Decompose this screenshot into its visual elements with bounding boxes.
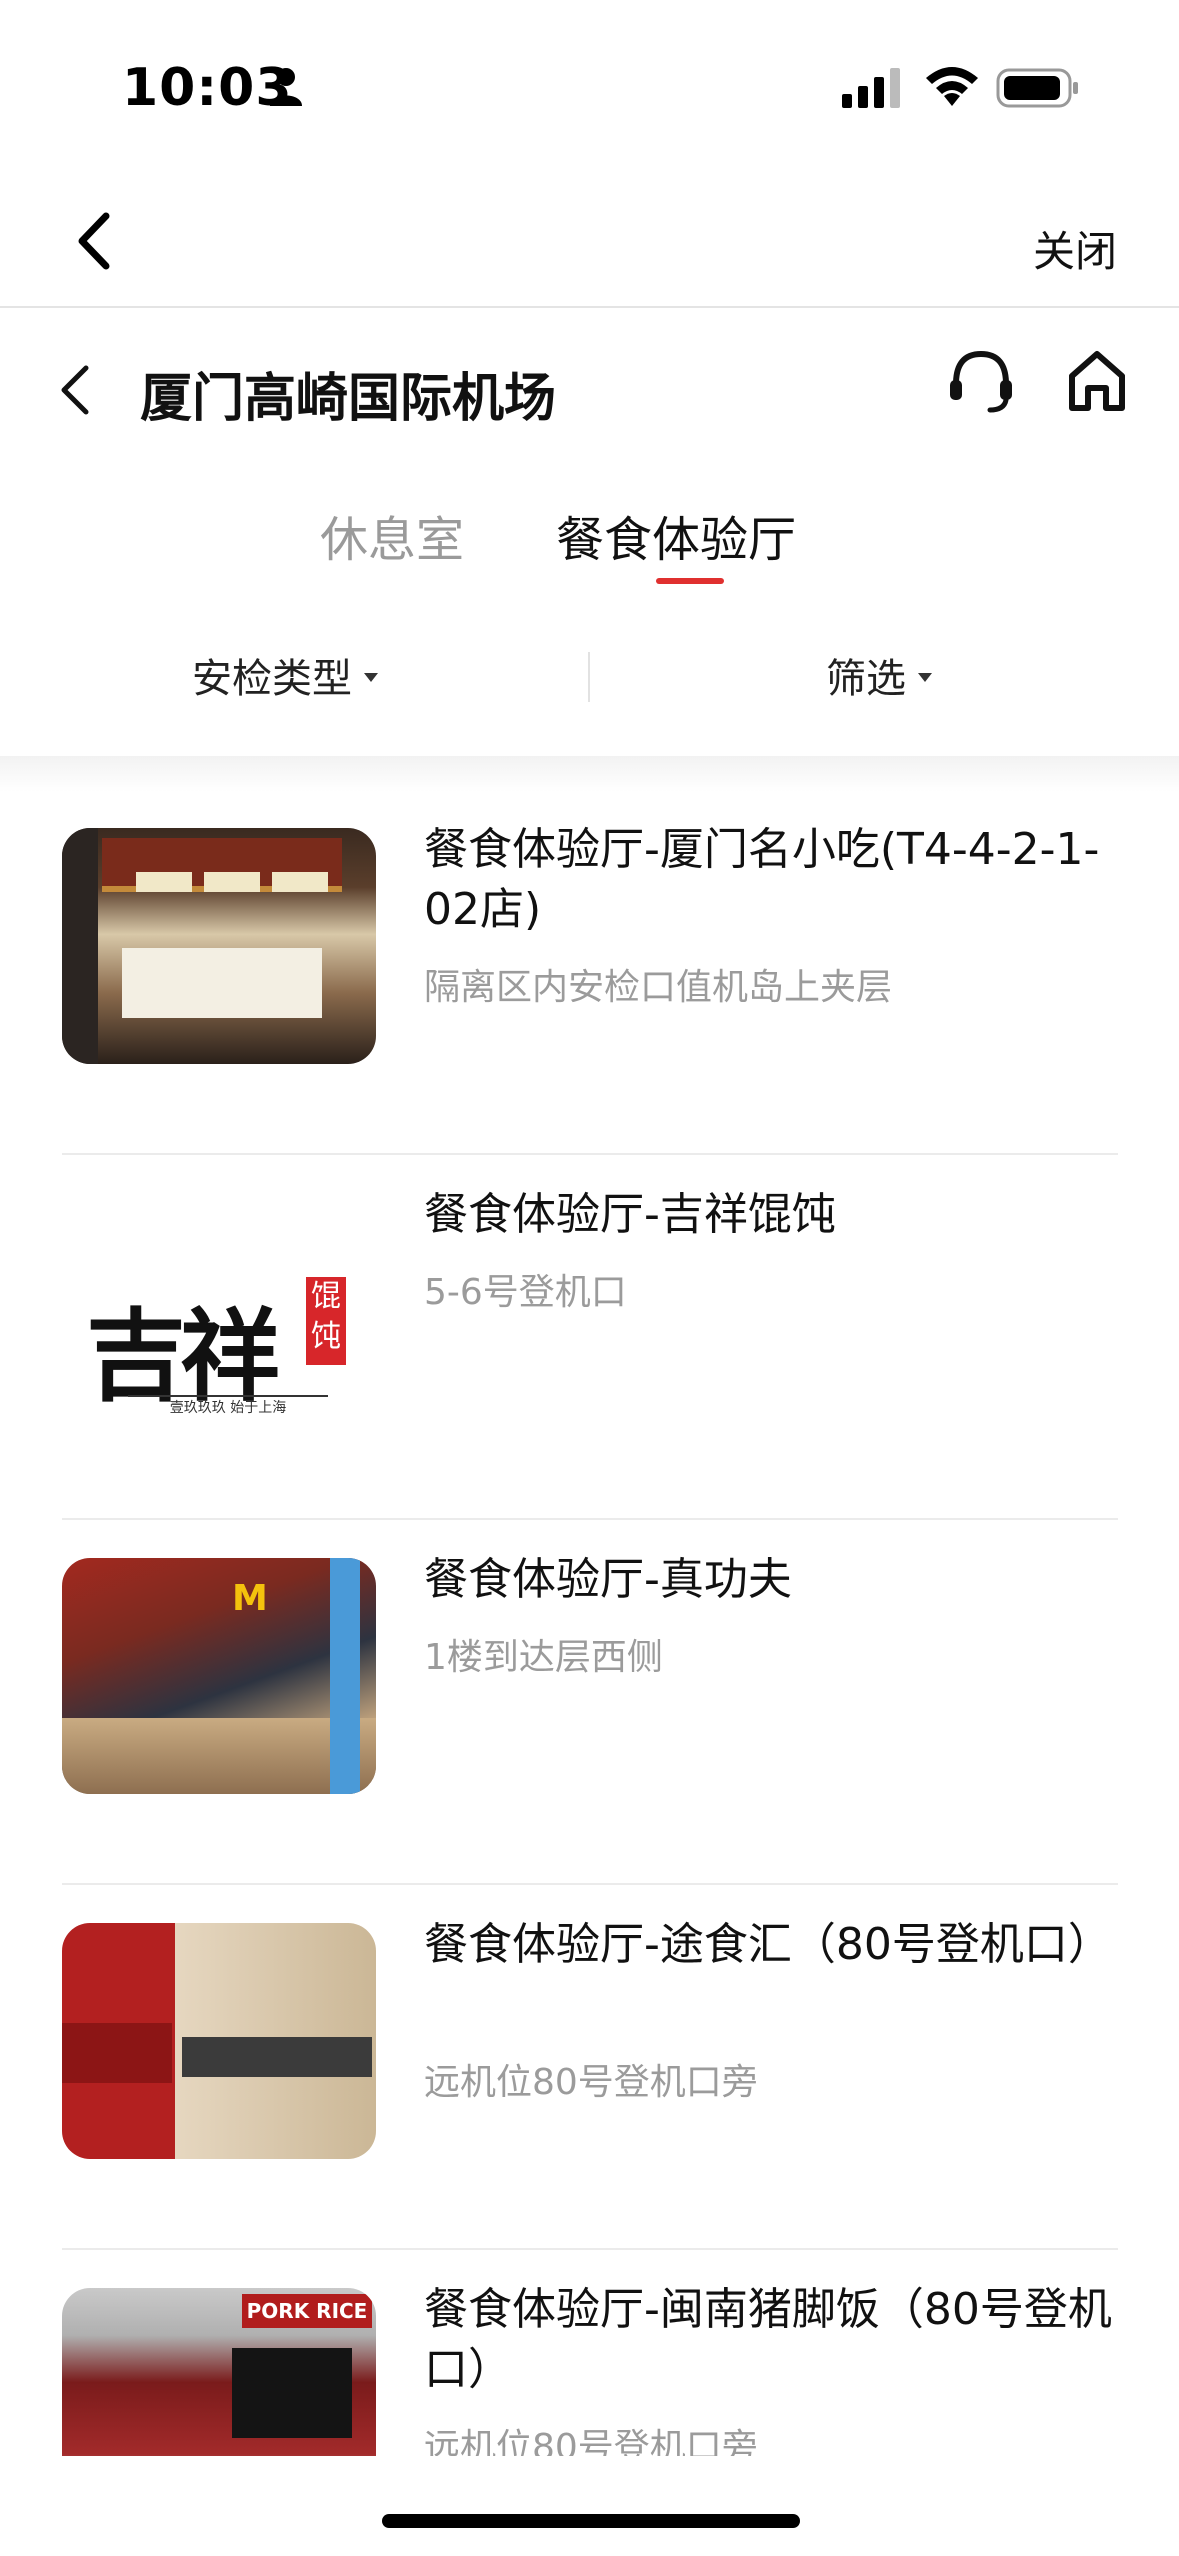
customer-service-icon[interactable] (946, 346, 1016, 416)
status-bar: 10:03 (0, 0, 1179, 170)
list-item[interactable]: 餐食体验厅-厦门名小吃(T4-4-2-1-02店) 隔离区内安检口值机岛上夹层 (62, 790, 1118, 1155)
restaurant-name: 餐食体验厅-闽南猪脚饭（80号登机口） (424, 2284, 1112, 2395)
logo-tagline: 壹玖玖玖 始于上海 (128, 1395, 328, 1417)
list-item[interactable]: 餐食体验厅-途食汇（80号登机口） 远机位80号登机口旁 (62, 1885, 1118, 2250)
filter-dropdown[interactable]: 筛选 (826, 646, 932, 704)
active-tab-indicator (656, 578, 724, 584)
dropdown-caret-icon (364, 672, 378, 682)
close-button[interactable]: 关闭 (1033, 218, 1117, 279)
restaurant-thumbnail: PORK RICE (62, 2288, 376, 2456)
person-icon (270, 68, 302, 106)
page-header: 厦门高崎国际机场 (0, 310, 1179, 460)
restaurant-thumbnail (62, 1923, 376, 2159)
list-item[interactable]: 吉祥 馄饨 壹玖玖玖 始于上海 餐食体验厅-吉祥馄饨 5-6号登机口 (62, 1155, 1118, 1520)
back-chevron-icon[interactable] (70, 210, 120, 272)
restaurant-name: 餐食体验厅-途食汇（80号登机口） (424, 1919, 1112, 1970)
restaurant-logo: 吉祥 馄饨 壹玖玖玖 始于上海 (62, 1193, 376, 1429)
list-item[interactable]: M 餐食体验厅-真功夫 1楼到达层西侧 (62, 1520, 1118, 1885)
tab-dining-hall[interactable]: 餐食体验厅 (556, 500, 796, 570)
status-time: 10:03 (122, 58, 293, 118)
filter-label: 筛选 (826, 656, 906, 702)
restaurant-thumbnail (62, 828, 376, 1064)
restaurant-location: 远机位80号登机口旁 (424, 2427, 758, 2456)
home-icon[interactable] (1064, 346, 1130, 416)
logo-seal: 馄饨 (306, 1277, 346, 1365)
restaurant-thumbnail: M (62, 1558, 376, 1794)
restaurant-location: 隔离区内安检口值机岛上夹层 (424, 967, 893, 1008)
list-item[interactable]: PORK RICE 餐食体验厅-闽南猪脚饭（80号登机口） 远机位80号登机口旁 (62, 2250, 1118, 2456)
category-tabs: 休息室 餐食体验厅 (0, 488, 1179, 588)
wifi-icon (926, 67, 978, 106)
restaurant-location: 远机位80号登机口旁 (424, 2062, 758, 2103)
restaurant-list: 餐食体验厅-厦门名小吃(T4-4-2-1-02店) 隔离区内安检口值机岛上夹层 … (0, 790, 1179, 2456)
restaurant-location: 5-6号登机口 (424, 1272, 627, 1313)
home-indicator (382, 2514, 800, 2528)
filter-divider (588, 652, 590, 702)
restaurant-name: 餐食体验厅-厦门名小吃(T4-4-2-1-02店) (424, 824, 1100, 935)
restaurant-name: 餐食体验厅-真功夫 (424, 1554, 792, 1605)
security-type-dropdown[interactable]: 安检类型 (192, 646, 378, 704)
battery-icon (996, 68, 1078, 108)
page-title: 厦门高崎国际机场 (140, 369, 557, 429)
dropdown-caret-icon (918, 672, 932, 682)
filter-shadow (0, 756, 1179, 792)
restaurant-location: 1楼到达层西侧 (424, 1637, 663, 1678)
header-back-icon[interactable] (56, 362, 96, 418)
filter-bar: 安检类型 筛选 (0, 622, 1179, 734)
webview-nav-bar: 关闭 (0, 170, 1179, 308)
cellular-signal-icon (842, 68, 900, 108)
tab-lounge[interactable]: 休息室 (320, 500, 464, 570)
security-type-label: 安检类型 (192, 656, 352, 702)
restaurant-name: 餐食体验厅-吉祥馄饨 (424, 1189, 836, 1240)
